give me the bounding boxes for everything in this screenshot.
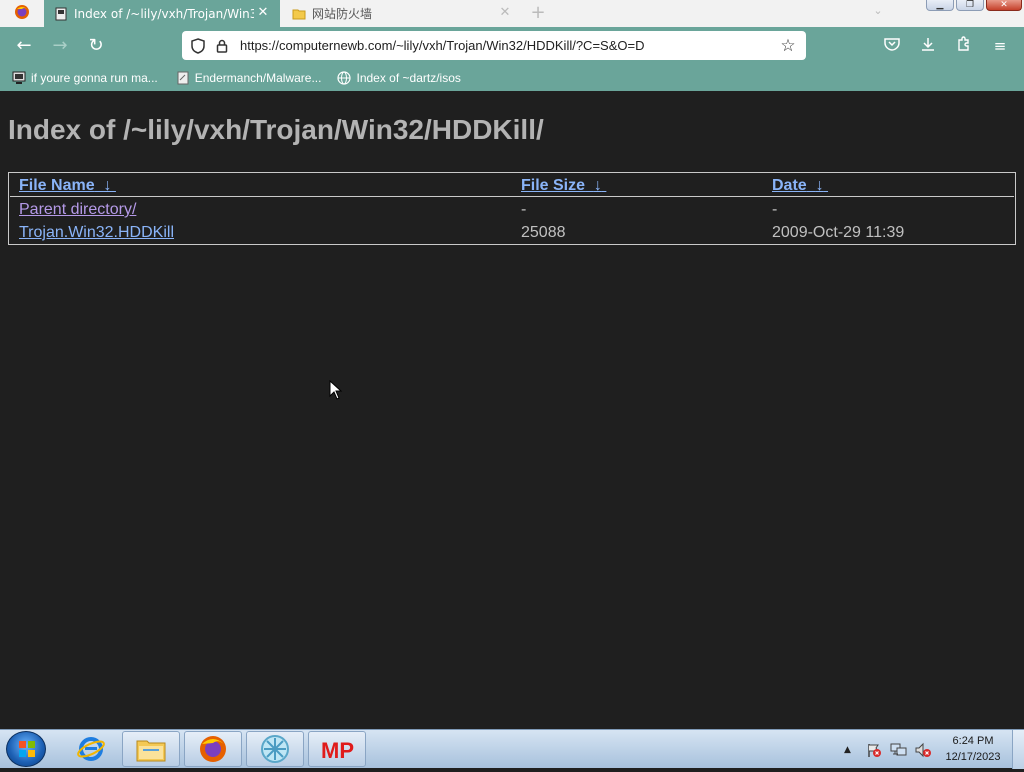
- page-content: Index of /~lily/vxh/Trojan/Win32/HDDKill…: [0, 91, 1024, 729]
- tab-title: Index of /~lily/vxh/Trojan/Win32/HDDKill…: [74, 6, 254, 21]
- document-icon: [176, 71, 190, 85]
- taskbar-media-player[interactable]: MP: [308, 731, 366, 767]
- tab-title: 网站防火墙: [312, 7, 373, 21]
- taskbar-file-explorer[interactable]: [122, 731, 180, 767]
- bookmark-star-icon[interactable]: ☆: [778, 36, 798, 56]
- start-button[interactable]: [6, 731, 46, 767]
- system-clock[interactable]: 6:24 PM 12/17/2023: [936, 733, 1010, 765]
- download-icon[interactable]: [918, 36, 938, 56]
- new-tab-button[interactable]: +: [528, 3, 548, 23]
- file-date: 2009-Oct-29 11:39: [772, 224, 905, 241]
- extensions-icon[interactable]: [954, 36, 974, 56]
- taskbar: MP ▲ 6:24 PM 12/17/2023: [0, 729, 1024, 769]
- navigation-bar: ← → ↻ https://computernewb.com/~lily/vxh…: [0, 27, 1024, 65]
- menu-icon[interactable]: ≡: [990, 36, 1010, 56]
- app-icon: [261, 735, 289, 763]
- computer-icon: [12, 71, 26, 85]
- lock-icon[interactable]: [214, 38, 230, 54]
- taskbar-app[interactable]: [246, 731, 304, 767]
- sort-by-date-link[interactable]: Date ↓: [772, 177, 828, 195]
- taskbar-firefox[interactable]: [184, 731, 242, 767]
- sort-by-name-link[interactable]: File Name ↓: [19, 177, 116, 195]
- file-size: -: [521, 201, 527, 218]
- window-close-button[interactable]: ✕: [986, 0, 1022, 11]
- firefox-icon: [200, 736, 226, 762]
- maximize-button[interactable]: ❐: [956, 0, 984, 11]
- parent-directory-link[interactable]: Parent directory/: [19, 201, 136, 219]
- clock-time: 6:24 PM: [952, 735, 994, 747]
- media-player-icon: MP: [321, 738, 354, 762]
- tab-inactive[interactable]: 网站防火墙 ✕: [282, 0, 522, 27]
- volume-muted-icon[interactable]: [914, 730, 932, 769]
- back-button[interactable]: ←: [12, 35, 36, 57]
- tab-active[interactable]: Index of /~lily/vxh/Trojan/Win32/HDDKill…: [44, 0, 280, 27]
- url-text[interactable]: https://computernewb.com/~lily/vxh/Troja…: [240, 38, 778, 53]
- show-hidden-icons-button[interactable]: ▲: [844, 730, 851, 769]
- clock-date: 12/17/2023: [945, 751, 1001, 763]
- file-size: 25088: [521, 224, 566, 241]
- file-listing-table: File Name ↓ File Size ↓ Date ↓ Parent di…: [8, 172, 1016, 245]
- folder-icon: [292, 7, 306, 21]
- mouse-cursor-icon: [329, 379, 343, 400]
- action-center-icon[interactable]: [866, 730, 882, 769]
- network-icon[interactable]: [890, 730, 908, 769]
- internet-explorer-icon: [77, 737, 105, 761]
- file-link[interactable]: Trojan.Win32.HDDKill: [19, 224, 174, 242]
- bookmarks-toolbar: if youre gonna run ma... Endermanch/Malw…: [0, 65, 1024, 91]
- minimize-button[interactable]: ▁: [926, 0, 954, 11]
- forward-button[interactable]: →: [48, 35, 72, 57]
- url-bar[interactable]: https://computernewb.com/~lily/vxh/Troja…: [182, 31, 806, 60]
- file-date: -: [772, 201, 778, 218]
- file-explorer-icon: [136, 740, 166, 762]
- bookmark-item[interactable]: Index of ~dartz/isos: [337, 71, 461, 85]
- sort-by-size-link[interactable]: File Size ↓: [521, 177, 606, 195]
- reload-button[interactable]: ↻: [84, 35, 108, 57]
- firefox-icon: [14, 4, 30, 24]
- bookmark-label: if youre gonna run ma...: [31, 71, 158, 85]
- page-title: Index of /~lily/vxh/Trojan/Win32/HDDKill…: [8, 114, 544, 145]
- tab-strip: Index of /~lily/vxh/Trojan/Win32/HDDKill…: [0, 0, 1024, 27]
- globe-icon: [337, 71, 352, 85]
- bookmark-item[interactable]: if youre gonna run ma...: [12, 71, 158, 85]
- header-divider: [10, 196, 1014, 197]
- bookmark-item[interactable]: Endermanch/Malware...: [176, 71, 322, 85]
- shield-icon[interactable]: [190, 37, 206, 54]
- bookmark-label: Index of ~dartz/isos: [356, 71, 461, 85]
- close-icon[interactable]: ✕: [498, 6, 512, 20]
- page-icon: [54, 7, 68, 21]
- pocket-icon[interactable]: [882, 36, 902, 56]
- firefox-view-button[interactable]: [0, 0, 44, 27]
- taskbar-internet-explorer[interactable]: [62, 731, 120, 767]
- bookmark-label: Endermanch/Malware...: [194, 71, 322, 85]
- svg-text:MP: MP: [321, 738, 354, 762]
- chevron-down-icon[interactable]: ⌄: [870, 4, 886, 20]
- windows-logo-icon: [19, 741, 35, 757]
- close-icon[interactable]: ✕: [256, 6, 270, 20]
- show-desktop-button[interactable]: [1012, 730, 1024, 769]
